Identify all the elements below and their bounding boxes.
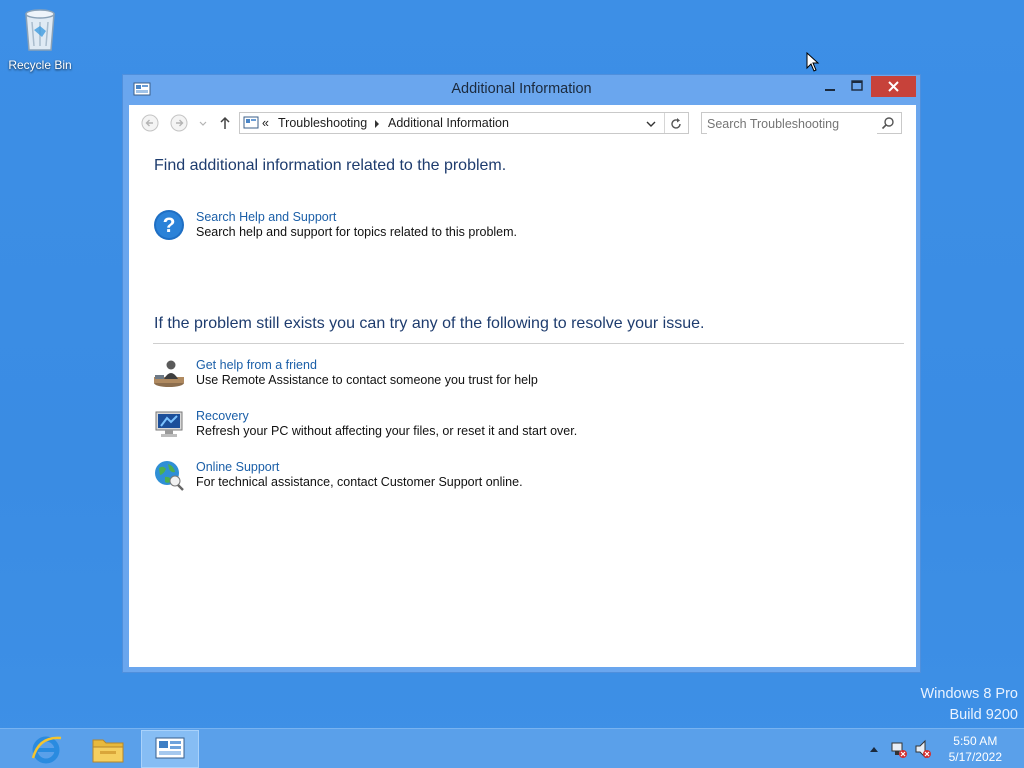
taskbar-control-panel[interactable] bbox=[141, 730, 199, 768]
online-support-link[interactable]: Online Support bbox=[196, 460, 279, 474]
search-icon[interactable] bbox=[881, 116, 895, 130]
online-support-desc: For technical assistance, contact Custom… bbox=[196, 475, 523, 489]
address-bar[interactable]: « Troubleshooting Additional Information bbox=[239, 112, 689, 134]
taskbar-file-explorer[interactable] bbox=[79, 730, 137, 768]
search-box[interactable] bbox=[701, 112, 902, 134]
get-help-friend-link[interactable]: Get help from a friend bbox=[196, 358, 317, 372]
recovery-monitor-icon bbox=[155, 411, 183, 437]
watermark-build: Build 9200 bbox=[949, 707, 1018, 723]
help-question-icon: ? bbox=[154, 210, 184, 240]
system-clock[interactable]: 5:50 AM 5/17/2022 bbox=[949, 733, 1002, 765]
windows-watermark: Windows 8 Pro Build 9200 bbox=[920, 684, 1018, 726]
recovery-link[interactable]: Recovery bbox=[196, 409, 249, 423]
search-input[interactable] bbox=[707, 114, 877, 134]
search-help-support-link[interactable]: Search Help and Support bbox=[196, 210, 336, 224]
help-support-item: ? Search Help and Support Search help an… bbox=[153, 209, 753, 245]
internet-explorer-icon bbox=[31, 736, 62, 764]
heading-find-info: Find additional information related to t… bbox=[154, 157, 507, 174]
additional-information-window: Additional Information « Troubleshooting… bbox=[122, 74, 921, 673]
forward-button[interactable] bbox=[170, 114, 188, 132]
breadcrumb-troubleshooting[interactable]: Troubleshooting bbox=[278, 116, 367, 130]
breadcrumb-additional-information[interactable]: Additional Information bbox=[388, 116, 509, 130]
address-dropdown-icon[interactable] bbox=[645, 118, 657, 130]
remote-assistance-icon bbox=[154, 360, 184, 387]
network-icon[interactable] bbox=[890, 729, 908, 768]
recycle-bin-label: Recycle Bin bbox=[8, 58, 72, 72]
title-bar[interactable]: Additional Information bbox=[123, 75, 920, 105]
online-support-globe-icon bbox=[155, 461, 184, 491]
control-panel-small-icon bbox=[243, 116, 259, 129]
section-divider bbox=[153, 343, 904, 344]
clock-date: 5/17/2022 bbox=[948, 750, 1002, 764]
address-divider bbox=[664, 113, 665, 133]
remote-assistance-item: Get help from a friend Use Remote Assist… bbox=[153, 357, 753, 393]
refresh-icon[interactable] bbox=[669, 117, 683, 131]
mouse-cursor-icon bbox=[806, 52, 820, 72]
control-panel-taskbar-icon bbox=[155, 737, 185, 759]
online-support-item: Online Support For technical assistance,… bbox=[153, 459, 753, 495]
minimize-button[interactable] bbox=[820, 76, 840, 97]
recycle-bin-icon bbox=[25, 9, 55, 51]
close-button[interactable] bbox=[871, 76, 916, 97]
recycle-bin-shortcut[interactable]: Recycle Bin bbox=[4, 4, 76, 76]
heading-problem-exists: If the problem still exists you can try … bbox=[154, 315, 705, 332]
up-arrow-icon[interactable] bbox=[217, 114, 233, 132]
breadcrumb-separator-icon[interactable] bbox=[374, 119, 380, 129]
clock-time: 5:50 AM bbox=[953, 734, 998, 748]
navigation-toolbar: « Troubleshooting Additional Information bbox=[129, 105, 916, 141]
watermark-edition: Windows 8 Pro bbox=[920, 686, 1018, 702]
search-help-support-desc: Search help and support for topics relat… bbox=[196, 225, 518, 239]
desktop: Recycle Bin Windows 8 Pro Build 9200 Add… bbox=[0, 0, 1024, 768]
svg-text:?: ? bbox=[163, 214, 176, 237]
get-help-friend-desc: Use Remote Assistance to contact someone… bbox=[196, 373, 538, 387]
taskbar: 5:50 AM 5/17/2022 bbox=[0, 728, 1024, 768]
back-button[interactable] bbox=[141, 114, 159, 132]
window-title: Additional Information bbox=[451, 81, 592, 97]
recent-locations-chevron-icon[interactable] bbox=[197, 114, 209, 132]
maximize-button[interactable] bbox=[846, 76, 868, 97]
file-explorer-folder-icon bbox=[92, 739, 124, 763]
volume-muted-icon[interactable] bbox=[914, 729, 932, 768]
recovery-item: Recovery Refresh your PC without affecti… bbox=[153, 408, 753, 444]
show-hidden-icons-icon[interactable] bbox=[868, 729, 880, 768]
recovery-desc: Refresh your PC without affecting your f… bbox=[196, 424, 578, 438]
taskbar-internet-explorer[interactable] bbox=[17, 730, 75, 768]
breadcrumb-overflow[interactable]: « bbox=[262, 116, 269, 130]
content-pane: Find additional information related to t… bbox=[129, 141, 916, 667]
